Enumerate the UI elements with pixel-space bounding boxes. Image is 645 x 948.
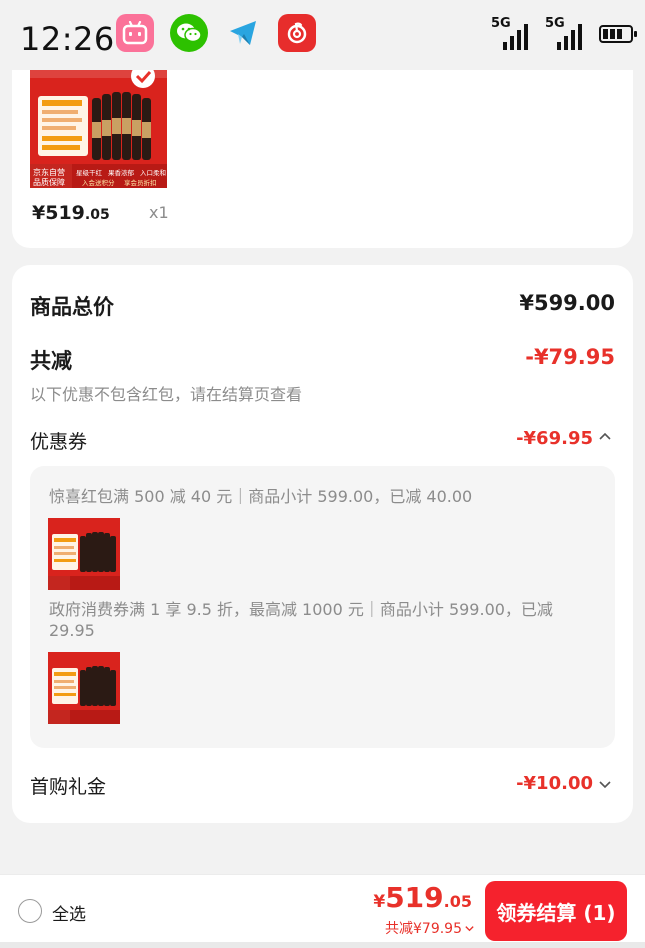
coupon-product-thumbnail <box>48 518 120 590</box>
checkout-total-price: ¥519.05 <box>373 881 472 914</box>
signal-5g-icon: 5G <box>491 16 531 52</box>
netease-music-icon <box>278 14 316 52</box>
checkout-button[interactable]: 领券结算 (1) <box>485 881 627 941</box>
chevron-up-icon[interactable] <box>597 429 613 445</box>
tag-discount: 享会员折扣 <box>124 178 157 187</box>
gift-value: -¥10.00 <box>516 773 593 794</box>
telegram-icon <box>224 14 262 52</box>
coupon-value: -¥69.95 <box>516 428 593 449</box>
wechat-icon <box>170 14 208 52</box>
chevron-down-icon[interactable] <box>597 776 613 792</box>
coupon-product-thumbnail <box>48 652 120 724</box>
gift-label: 首购礼金 <box>30 776 107 798</box>
coupon-row[interactable]: 优惠券 -¥69.95 <box>30 427 615 455</box>
signal-5g-icon: 5G <box>545 16 585 52</box>
badge-jd-self: 京东自营 <box>33 167 65 177</box>
coupon-details: 惊喜红包满 500 减 40 元｜商品小计 599.00，已减 40.00 政府… <box>30 466 615 748</box>
select-all-label[interactable]: 全选 <box>52 900 86 925</box>
total-reduction-row: 共减 -¥79.95 <box>30 345 615 373</box>
chevron-down-icon[interactable] <box>464 923 475 934</box>
battery-icon <box>599 25 637 43</box>
checkout-bar: 全选 ¥519.05 共减¥79.95 领券结算 (1) <box>0 874 645 948</box>
product-image[interactable]: 京东自营 品质保障 星级干红 果香浓郁 入口柔和 入会送积分 享会员折扣 <box>30 70 167 188</box>
status-bar: 12:26 5G 5G <box>0 0 645 70</box>
checkout-reduction[interactable]: 共减¥79.95 <box>385 918 475 938</box>
status-time: 12:26 <box>20 20 115 58</box>
home-indicator <box>0 942 645 948</box>
tag-smooth: 入口柔和 <box>140 168 166 177</box>
reduction-value: -¥79.95 <box>525 345 615 369</box>
product-card: 京东自营 品质保障 星级干红 果香浓郁 入口柔和 入会送积分 享会员折扣 ¥51… <box>12 70 633 248</box>
system-indicators: 5G 5G <box>491 16 637 52</box>
total-price-value: ¥599.00 <box>519 291 615 315</box>
total-price-label: 商品总价 <box>30 295 114 319</box>
notification-icons <box>116 14 316 52</box>
price-summary-card: 商品总价 ¥599.00 共减 -¥79.95 以下优惠不包含红包，请在结算页查… <box>12 265 633 823</box>
coupon-item-text: 惊喜红包满 500 减 40 元｜商品小计 599.00，已减 40.00 <box>49 487 473 506</box>
discount-note: 以下优惠不包含红包，请在结算页查看 <box>30 385 303 404</box>
tag-points: 入会送积分 <box>82 178 115 187</box>
reduction-label: 共减 <box>30 349 72 373</box>
product-price: ¥519.05 <box>32 202 110 224</box>
coupon-label: 优惠券 <box>30 431 88 453</box>
bilibili-icon <box>116 14 154 52</box>
tag-fruity: 果香浓郁 <box>108 168 135 177</box>
total-price-row: 商品总价 ¥599.00 <box>30 291 615 319</box>
badge-quality: 品质保障 <box>33 177 65 187</box>
coupon-item-text: 政府消费券满 1 享 9.5 折，最高减 1000 元｜商品小计 599.00，… <box>49 600 553 640</box>
first-purchase-gift-row[interactable]: 首购礼金 -¥10.00 <box>30 772 615 800</box>
tag-star-red: 星级干红 <box>76 168 103 177</box>
select-all-radio[interactable] <box>18 899 42 923</box>
product-quantity: x1 <box>149 203 169 222</box>
